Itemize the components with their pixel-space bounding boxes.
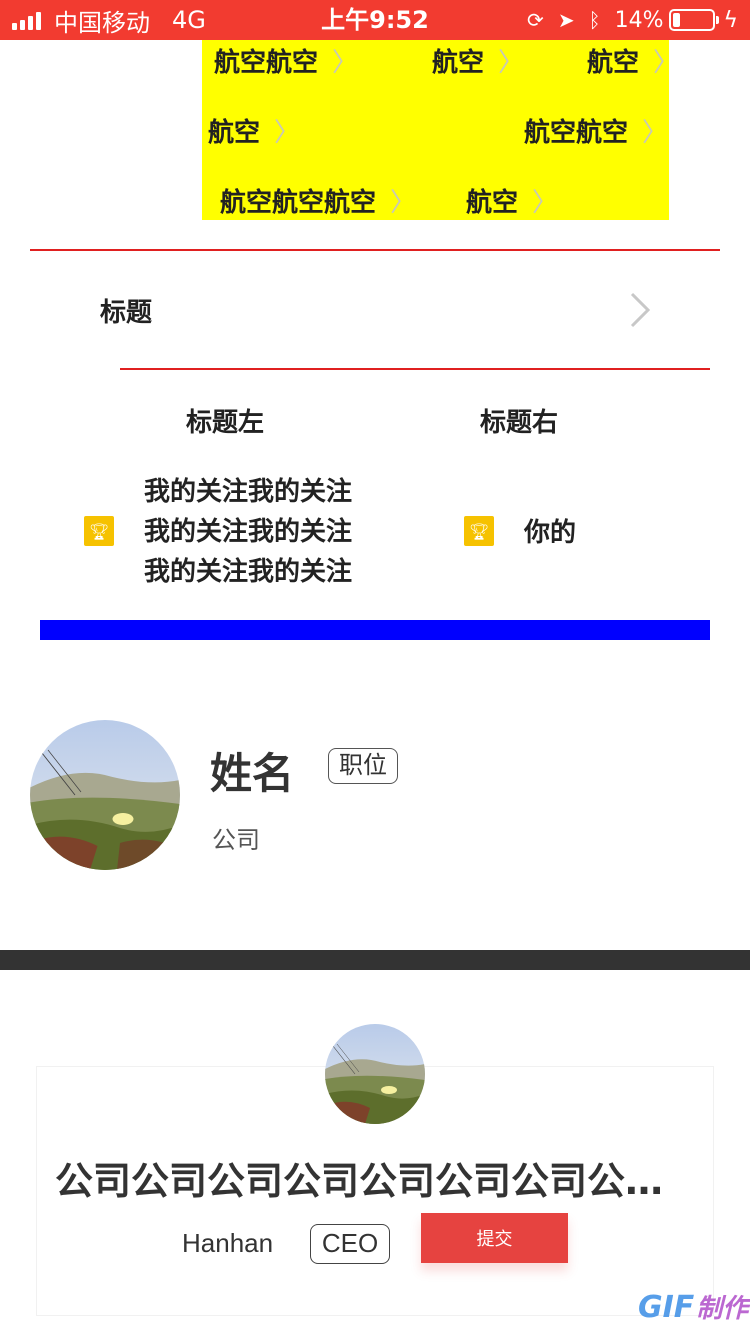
- charging-icon: ϟ: [723, 7, 738, 33]
- follow-line: 我的关注我的关注: [144, 477, 353, 507]
- profile-company: 公司: [212, 826, 260, 854]
- profile-name: 姓名: [210, 749, 295, 798]
- trophy-icon: 🏆︎: [84, 516, 114, 546]
- watermark: GIF制作: [638, 1288, 748, 1325]
- chevron-right-icon: 〉: [498, 47, 525, 78]
- card-company: 公司公司公司公司公司公司公司公司公司公司公司: [55, 1159, 695, 1203]
- blue-bar: [40, 620, 710, 640]
- divider-red: [30, 249, 720, 251]
- tag-item[interactable]: 航空航空〉: [524, 110, 668, 150]
- title-row[interactable]: 标题: [0, 270, 750, 350]
- column-title-right: 标题右: [480, 408, 559, 438]
- bluetooth-icon: ᛒ: [588, 8, 601, 32]
- row-title: 标题: [100, 298, 153, 328]
- tag-label: 航空航空航空: [220, 187, 377, 218]
- follow-text-block: 我的关注我的关注 我的关注我的关注 我的关注我的关注: [144, 472, 384, 592]
- chevron-right-icon: 〉: [653, 47, 680, 78]
- column-title-left: 标题左: [186, 408, 265, 438]
- tag-item[interactable]: 航空〉: [208, 110, 300, 150]
- tag-item[interactable]: 航空〉: [432, 40, 524, 80]
- tag-label: 航空航空: [214, 47, 319, 78]
- chevron-right-icon: 〉: [274, 117, 301, 148]
- chevron-right-icon: 〉: [642, 117, 669, 148]
- tag-cloud: 航空航空〉 航空〉 航空〉 航空〉 航空航空〉 航空航空航空〉 航空〉: [202, 40, 679, 220]
- tag-item[interactable]: 航空〉: [587, 40, 679, 80]
- follow-line: 我的关注我的关注: [144, 557, 353, 587]
- trophy-icon: 🏆︎: [464, 516, 494, 546]
- tag-label: 航空: [432, 47, 485, 78]
- avatar[interactable]: [30, 720, 180, 870]
- right-text: 你的: [524, 518, 577, 548]
- orientation-lock-icon: ⟳: [527, 8, 544, 32]
- tag-item[interactable]: 航空航空航空〉: [220, 180, 416, 220]
- tag-item[interactable]: 航空航空〉: [214, 40, 358, 80]
- chevron-right-icon: 〉: [390, 187, 417, 218]
- watermark-suffix: 制作: [696, 1294, 749, 1324]
- submit-button[interactable]: 提交: [421, 1213, 568, 1263]
- card-name: Hanhan: [182, 1228, 274, 1258]
- chevron-right-icon: [624, 290, 654, 330]
- follow-line: 我的关注我的关注: [144, 517, 353, 547]
- position-badge: CEO: [310, 1224, 390, 1264]
- tag-label: 航空: [587, 47, 640, 78]
- tag-item[interactable]: 航空〉: [466, 180, 558, 220]
- tag-label: 航空航空: [524, 117, 629, 148]
- location-icon: ➤: [557, 8, 575, 32]
- status-right: ⟳ ➤ ᛒ 14% ϟ: [527, 0, 738, 40]
- chevron-right-icon: 〉: [532, 187, 559, 218]
- divider-red: [120, 368, 710, 370]
- tag-label: 航空: [466, 187, 519, 218]
- dark-divider-bar: [0, 950, 750, 970]
- avatar[interactable]: [325, 1024, 425, 1124]
- status-bar: 中国移动 4G 上午9:52 ⟳ ➤ ᛒ 14% ϟ: [0, 0, 750, 40]
- chevron-right-icon: 〉: [332, 47, 359, 78]
- tag-label: 航空: [208, 117, 261, 148]
- battery-icon: [669, 9, 720, 31]
- watermark-text: GIF: [638, 1290, 695, 1325]
- position-badge: 职位: [328, 748, 398, 784]
- battery-percent: 14%: [614, 7, 664, 33]
